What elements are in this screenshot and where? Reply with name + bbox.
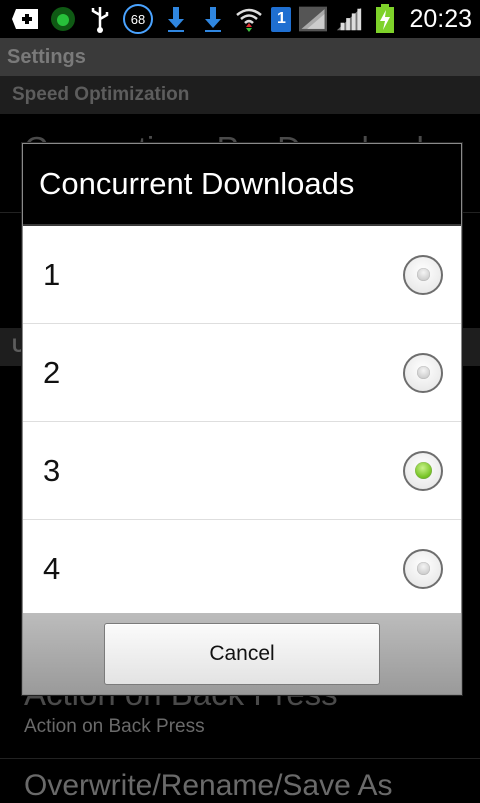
screen-title: Settings xyxy=(0,38,480,76)
setting-action-on-back-press-summary: Action on Back Press xyxy=(24,716,205,737)
radio-button-unchecked-icon[interactable] xyxy=(403,548,443,589)
setting-overwrite-rename-save-as[interactable]: Overwrite/Rename/Save As xyxy=(24,769,392,803)
sim-icon: 1 xyxy=(271,6,292,32)
download-icon xyxy=(162,5,190,33)
option-3[interactable]: 3 xyxy=(23,422,461,520)
signal-icon xyxy=(335,5,363,33)
clock: 20:23 xyxy=(409,4,472,33)
section-header-speed: Speed Optimization xyxy=(0,76,480,114)
dialog-button-bar: Cancel xyxy=(23,613,461,694)
divider xyxy=(0,758,480,759)
option-label: 1 xyxy=(43,256,61,292)
usb-icon xyxy=(86,5,114,33)
status-bar: 68 1 20:23 xyxy=(0,0,480,38)
option-label: 4 xyxy=(43,550,61,586)
battery-charging-icon xyxy=(371,4,399,33)
radio-button-unchecked-icon[interactable] xyxy=(403,352,443,393)
radio-button-unchecked-icon[interactable] xyxy=(403,254,443,295)
add-icon xyxy=(12,5,40,33)
signal-icon xyxy=(299,5,328,33)
badge-68-icon: 68 xyxy=(123,4,153,34)
option-2[interactable]: 2 xyxy=(23,324,461,422)
concurrent-downloads-dialog: Concurrent Downloads 1 2 3 4 Cancel xyxy=(22,143,462,695)
option-label: 3 xyxy=(43,452,61,488)
option-1[interactable]: 1 xyxy=(23,226,461,324)
option-4[interactable]: 4 xyxy=(23,520,461,617)
wifi-icon xyxy=(235,5,263,33)
option-label: 2 xyxy=(43,354,61,390)
dialog-title: Concurrent Downloads xyxy=(23,144,461,226)
download-icon xyxy=(199,5,227,33)
cancel-button[interactable]: Cancel xyxy=(104,622,380,685)
android-icon xyxy=(49,5,77,33)
radio-button-checked-icon[interactable] xyxy=(403,450,443,491)
